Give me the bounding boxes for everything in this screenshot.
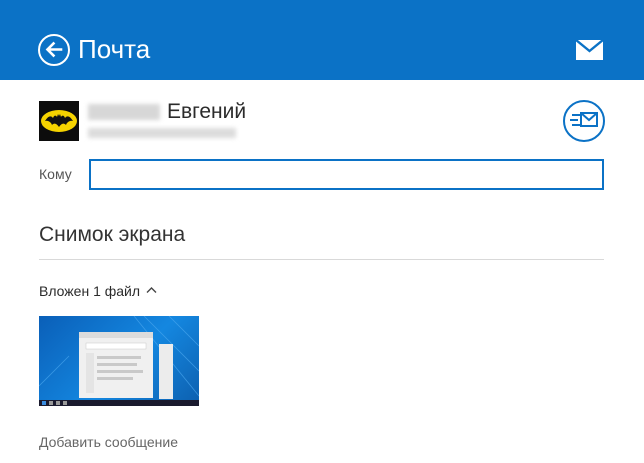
attachments-label[interactable]: Вложен 1 файл (39, 283, 140, 299)
sender-name: Евгений (167, 100, 247, 123)
send-mail-icon (570, 112, 598, 127)
sender-surname-redacted (88, 104, 160, 120)
add-message-field[interactable]: Добавить сообщение (39, 434, 178, 450)
to-label: Кому (39, 166, 72, 182)
chevron-up-icon[interactable] (146, 286, 157, 294)
attachment-thumbnail[interactable] (39, 316, 199, 406)
subject-field[interactable]: Снимок экрана (39, 223, 185, 247)
back-arrow-icon (45, 41, 63, 58)
subject-divider (39, 259, 604, 260)
envelope-icon[interactable] (576, 40, 603, 60)
send-button[interactable] (563, 100, 605, 142)
avatar (39, 101, 79, 141)
back-button[interactable] (38, 34, 70, 66)
app-title: Почта (78, 34, 151, 64)
screenshot-preview-image (39, 316, 199, 406)
to-input[interactable] (89, 159, 604, 190)
batman-logo-icon (39, 101, 79, 141)
app-header: Почта (0, 0, 644, 80)
sender-email-redacted (88, 128, 236, 138)
